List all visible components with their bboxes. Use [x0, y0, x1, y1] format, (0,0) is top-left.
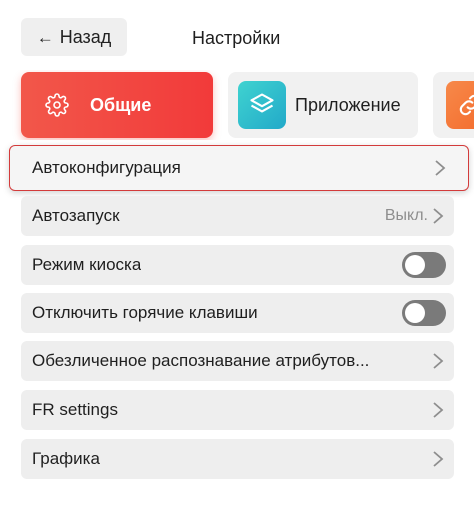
settings-row-kiosk-mode: Режим киоска: [21, 245, 454, 285]
settings-row-disable-hotkeys: Отключить горячие клавиши: [21, 293, 454, 333]
tab-application-label: Приложение: [295, 94, 401, 115]
settings-row-label: Обезличенное распознавание атрибутов...: [32, 351, 370, 370]
layers-icon: [238, 81, 286, 129]
back-button-label: Назад: [59, 26, 112, 47]
toggle-knob: [405, 255, 425, 275]
chevron-right-icon: [433, 208, 444, 224]
category-tabs: Общие Приложение: [0, 70, 474, 140]
settings-row-label: Графика: [32, 449, 100, 468]
chevron-right-icon: [433, 353, 444, 369]
tab-general-label: Общие: [90, 94, 152, 115]
disable-hotkeys-toggle[interactable]: [402, 300, 446, 326]
chevron-right-icon: [435, 160, 446, 176]
link-icon: [446, 81, 474, 129]
settings-row-autostart[interactable]: Автозапуск Выкл.: [21, 196, 454, 236]
tab-integration[interactable]: [433, 72, 474, 138]
back-button[interactable]: ← Назад: [21, 18, 127, 56]
tab-general[interactable]: Общие: [21, 72, 213, 138]
page-title: Настройки: [192, 28, 281, 48]
settings-row-label: FR settings: [32, 400, 118, 419]
arrow-left-icon: ←: [36, 27, 54, 47]
settings-row-label: Автоконфигурация: [32, 158, 181, 177]
settings-row-label: Автозапуск: [32, 206, 120, 225]
toggle-knob: [405, 303, 425, 323]
settings-row-graphics[interactable]: Графика: [21, 439, 454, 479]
kiosk-mode-toggle[interactable]: [402, 252, 446, 278]
chevron-right-icon: [433, 402, 444, 418]
chevron-right-icon: [433, 451, 444, 467]
settings-row-label: Режим киоска: [32, 255, 142, 274]
settings-row-fr-settings[interactable]: FR settings: [21, 390, 454, 430]
settings-row-autoconfig[interactable]: Автоконфигурация: [9, 145, 469, 191]
settings-row-value: Выкл.: [384, 207, 428, 224]
gear-icon: [45, 93, 69, 117]
settings-row-label: Отключить горячие клавиши: [32, 303, 258, 322]
tab-application[interactable]: Приложение: [228, 72, 418, 138]
settings-row-anonymized-attributes[interactable]: Обезличенное распознавание атрибутов...: [21, 341, 454, 381]
